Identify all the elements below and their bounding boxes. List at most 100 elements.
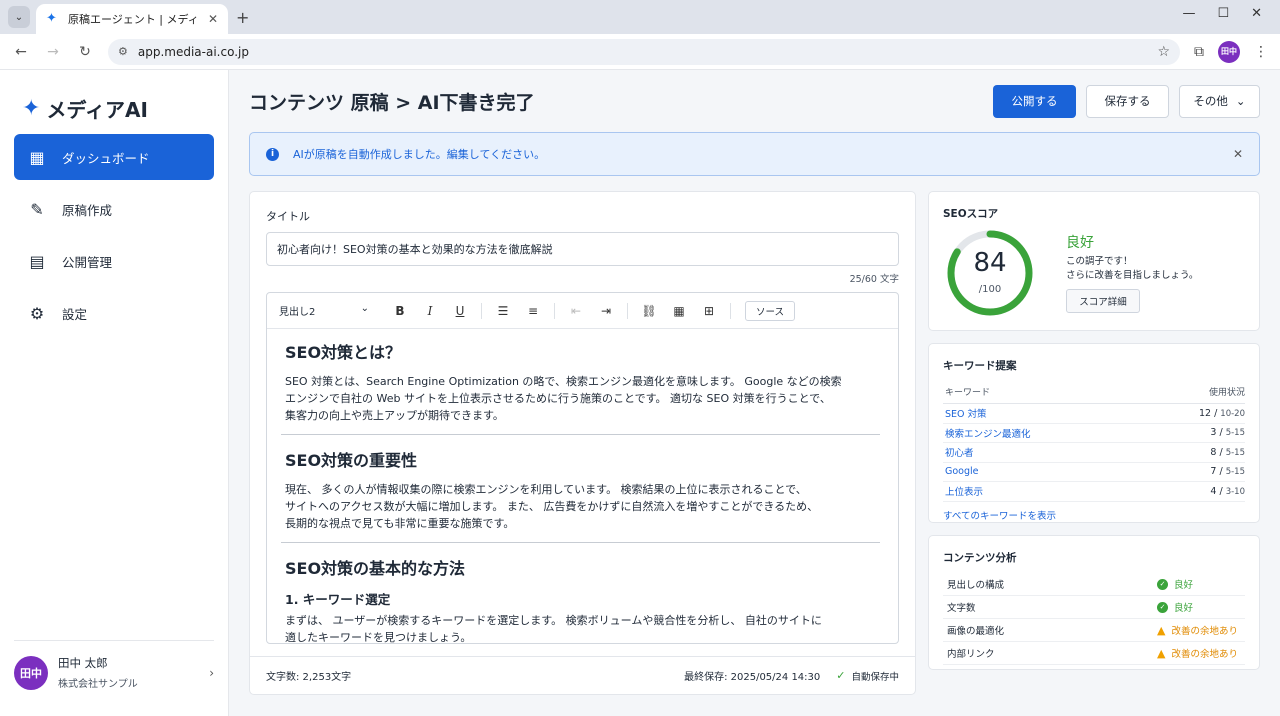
section-divider bbox=[281, 434, 880, 435]
heading-select[interactable]: 見出し2 ⌄ bbox=[279, 303, 369, 318]
analysis-label: 文字数 bbox=[947, 603, 976, 614]
main-content: コンテンツ 原稿 > AI下書き完了 公開する 保存する その他 ⌄ i AIが… bbox=[229, 70, 1280, 716]
check-circle-icon: ✓ bbox=[1157, 578, 1168, 590]
show-all-keywords-link[interactable]: すべてのキーワードを表示 bbox=[943, 508, 1245, 522]
sidebar-item-publish[interactable]: ▤ 公開管理 bbox=[14, 238, 214, 284]
page-header: コンテンツ 原稿 > AI下書き完了 公開する 保存する その他 ⌄ bbox=[249, 70, 1260, 132]
save-button[interactable]: 保存する bbox=[1086, 84, 1169, 118]
section-divider bbox=[281, 542, 880, 543]
table-icon[interactable]: ▦ bbox=[666, 304, 692, 318]
browser-menu-icon[interactable]: ⋮ bbox=[1254, 44, 1268, 60]
paragraph-line: 集客力の向上や売上アップが期待できます。 bbox=[285, 409, 504, 422]
seo-score-max: /100 bbox=[978, 284, 1002, 295]
user-name: 田中 太郎 bbox=[58, 656, 108, 670]
keyword-link[interactable]: Google bbox=[945, 466, 979, 477]
tab-search-chevron-icon[interactable]: ⌄ bbox=[8, 6, 30, 28]
check-circle-icon: ✓ bbox=[1157, 601, 1168, 613]
more-label: その他 bbox=[1193, 94, 1228, 108]
indent-icon[interactable]: ⇥ bbox=[593, 304, 619, 318]
browser-toolbar: ← → ↻ ⚙ app.media-ai.co.jp ☆ ⧉ 田中 ⋮ bbox=[0, 34, 1280, 70]
analysis-status: ✓ 良好 bbox=[1157, 577, 1193, 591]
table-row: 初心者 8 / 5-15 bbox=[943, 443, 1245, 463]
section-heading: SEO対策の基本的な方法 bbox=[285, 559, 466, 578]
seo-status: 良好 bbox=[1066, 235, 1094, 251]
seo-message-line: この調子です！ bbox=[1066, 256, 1133, 267]
title-input[interactable] bbox=[266, 232, 899, 266]
browser-tabstrip: ⌄ ✦ 原稿エージェント | メディアAI ✕ + — ☐ ✕ bbox=[0, 0, 1280, 34]
keyword-link[interactable]: 上位表示 bbox=[945, 484, 983, 498]
maximize-icon[interactable]: ☐ bbox=[1217, 6, 1229, 21]
analysis-status-text: 良好 bbox=[1174, 580, 1194, 591]
minimize-icon[interactable]: — bbox=[1182, 6, 1195, 21]
editor-toolbar: 見出し2 ⌄ B I U ☰ ≡ ⇤ ⇥ ⛓ ▦ ⊞ ソース bbox=[267, 293, 898, 329]
analysis-label: 内部リンク bbox=[947, 649, 995, 660]
keyword-usage: 4 / 3-10 bbox=[1210, 485, 1245, 497]
chevron-down-icon: ⌄ bbox=[360, 303, 369, 314]
back-arrow-icon[interactable]: ← bbox=[12, 44, 30, 60]
keyword-link[interactable]: SEO 対策 bbox=[945, 406, 987, 420]
char-count: 25/60 文字 bbox=[849, 274, 899, 285]
keyword-range: 5-15 bbox=[1225, 428, 1245, 439]
editor-card: タイトル 25/60 文字 見出し2 ⌄ B I U ☰ ≡ bbox=[249, 191, 916, 695]
table-grid-icon[interactable]: ⊞ bbox=[696, 304, 722, 318]
score-detail-button[interactable]: スコア詳細 bbox=[1066, 289, 1140, 313]
document-stack-icon: ▤ bbox=[29, 251, 45, 271]
numbered-list-icon[interactable]: ≡ bbox=[520, 304, 546, 318]
sidebar: ✦ メディアAI ▦ ダッシュボード ✎ 原稿作成 ▤ 公開管理 ⚙ 設定 田中… bbox=[0, 70, 229, 716]
rich-text-editor[interactable]: 見出し2 ⌄ B I U ☰ ≡ ⇤ ⇥ ⛓ ▦ ⊞ ソース SEO対策とは？ … bbox=[266, 292, 899, 644]
sidebar-item-settings[interactable]: ⚙ 設定 bbox=[14, 290, 214, 336]
address-bar[interactable]: ⚙ app.media-ai.co.jp ☆ bbox=[108, 38, 1180, 65]
logo[interactable]: ✦ メディアAI bbox=[0, 70, 228, 130]
source-button[interactable]: ソース bbox=[745, 300, 796, 321]
bookmark-star-icon[interactable]: ☆ bbox=[1157, 44, 1170, 60]
tab-close-icon[interactable]: ✕ bbox=[208, 12, 218, 26]
paragraph-line: エンジンで自社の Web サイトを上位表示させるために行う施策のことです。 適切… bbox=[285, 392, 831, 405]
publish-button[interactable]: 公開する bbox=[993, 84, 1076, 118]
seo-score-card: SEOスコア 84 /100 良好 この調子です！ さらに改善を目指しましょう。… bbox=[928, 191, 1260, 331]
title-label: タイトル bbox=[266, 210, 310, 223]
url-text: app.media-ai.co.jp bbox=[137, 44, 249, 59]
heading-select-value: 見出し2 bbox=[279, 307, 316, 318]
reload-icon[interactable]: ↻ bbox=[76, 44, 94, 60]
editor-body[interactable]: SEO対策とは？ SEO 対策とは、Search Engine Optimiza… bbox=[267, 329, 898, 643]
pencil-icon: ✎ bbox=[30, 199, 44, 219]
forward-arrow-icon[interactable]: → bbox=[44, 44, 62, 60]
close-icon[interactable]: ✕ bbox=[1233, 147, 1243, 161]
list-item: 内部リンク ▲ 改善の余地あり bbox=[943, 642, 1245, 665]
table-row: Google 7 / 5-15 bbox=[943, 463, 1245, 482]
keyword-count: 7 bbox=[1210, 466, 1217, 478]
keyword-count: 12 bbox=[1198, 407, 1212, 419]
italic-icon[interactable]: I bbox=[417, 304, 443, 318]
chevron-down-icon: ⌄ bbox=[1235, 94, 1246, 108]
keyword-link[interactable]: 検索エンジン最適化 bbox=[945, 426, 1031, 440]
underline-icon[interactable]: U bbox=[447, 304, 473, 318]
outdent-icon[interactable]: ⇤ bbox=[563, 304, 589, 318]
site-info-icon[interactable]: ⚙ bbox=[118, 45, 128, 58]
keyword-count: 4 bbox=[1210, 485, 1217, 497]
user-menu[interactable]: 田中 田中 太郎 株式会社サンプル › bbox=[14, 640, 214, 690]
close-window-icon[interactable]: ✕ bbox=[1251, 6, 1262, 21]
analysis-status-text: 改善の余地あり bbox=[1171, 649, 1238, 660]
link-icon[interactable]: ⛓ bbox=[636, 304, 662, 318]
keyword-range: 10-20 bbox=[1220, 408, 1245, 419]
profile-avatar[interactable]: 田中 bbox=[1218, 40, 1240, 63]
more-menu-button[interactable]: その他 ⌄ bbox=[1179, 84, 1260, 118]
analysis-status: ▲ 改善の余地あり bbox=[1157, 623, 1238, 638]
paragraph-line: サイトへのアクセス数が大幅に増加します。 また、 広告費をかけずに自然流入を増や… bbox=[285, 500, 819, 513]
list-item: 画像の最適化 ▲ 改善の余地あり bbox=[943, 619, 1245, 642]
browser-tab[interactable]: ✦ 原稿エージェント | メディアAI ✕ bbox=[36, 4, 228, 34]
keyword-card-title: キーワード提案 bbox=[943, 360, 1017, 372]
sidebar-item-label: 公開管理 bbox=[62, 254, 113, 270]
sidebar-item-dashboard[interactable]: ▦ ダッシュボード bbox=[14, 134, 214, 180]
sparkle-favicon-icon: ✦ bbox=[46, 11, 57, 26]
bold-icon[interactable]: B bbox=[387, 304, 413, 318]
new-tab-plus-icon[interactable]: + bbox=[236, 8, 249, 27]
sidebar-item-draft[interactable]: ✎ 原稿作成 bbox=[14, 186, 214, 232]
subsection-heading: 1. キーワード選定 bbox=[285, 592, 391, 607]
paragraph-line: SEO 対策とは、Search Engine Optimization の略で、… bbox=[285, 375, 842, 388]
keyword-range: 5-15 bbox=[1225, 447, 1245, 458]
paragraph-line: まずは、 ユーザーが検索するキーワードを選定します。 検索ボリュームや競合性を分… bbox=[285, 614, 822, 627]
bullet-list-icon[interactable]: ☰ bbox=[490, 304, 516, 318]
extensions-puzzle-icon[interactable]: ⧉ bbox=[1194, 44, 1204, 60]
keyword-link[interactable]: 初心者 bbox=[945, 445, 974, 459]
